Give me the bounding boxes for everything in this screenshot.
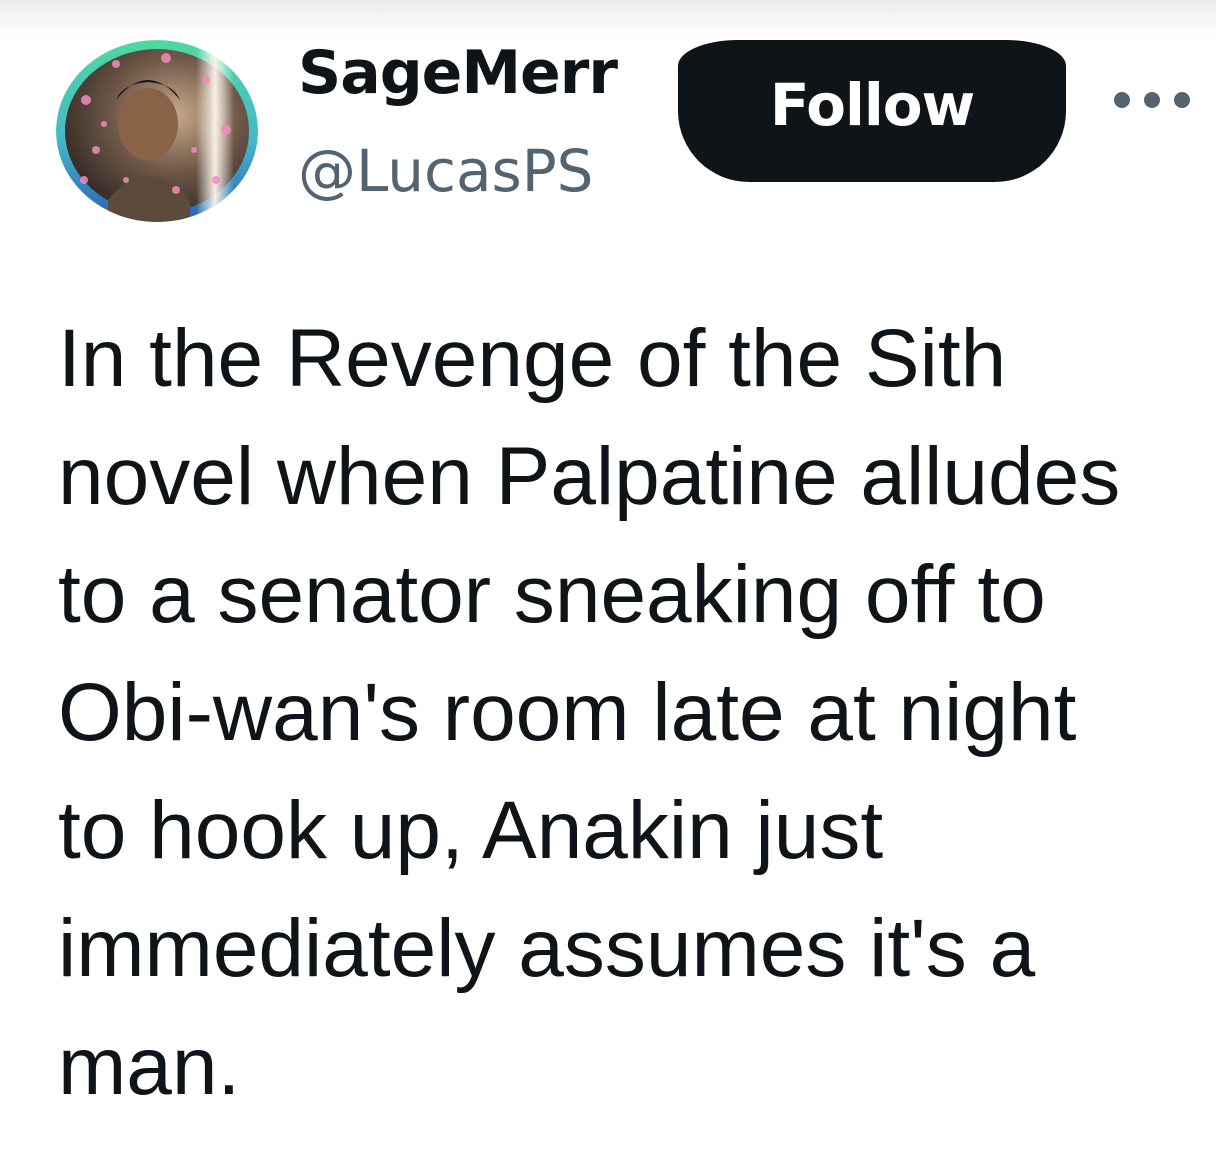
profile-avatar[interactable] [56,40,258,222]
more-dot [1144,92,1160,108]
more-dot [1174,92,1190,108]
author-handle[interactable]: @LucasPS [298,136,594,206]
author-display-name[interactable]: SageMerr [298,38,618,108]
more-dot [1114,92,1130,108]
tweet-header: SageMerr @LucasPS Follow [0,0,1216,240]
tweet-text: In the Revenge of the Sith novel when Pa… [58,313,1121,1112]
more-dots-icon[interactable] [1110,82,1194,118]
avatar-image [56,40,258,222]
follow-button[interactable]: Follow [678,40,1066,182]
author-names: SageMerr @LucasPS [298,38,638,208]
